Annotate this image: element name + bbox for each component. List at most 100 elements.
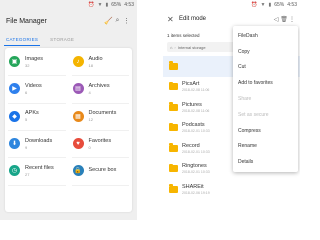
alarm-icon: ⏰ <box>251 1 258 8</box>
category-text: Archives 4 <box>89 83 110 95</box>
folder-meta: Ringtones 2018-02-01 10:33 <box>182 163 210 174</box>
folder-name: Podcasts <box>182 122 205 129</box>
folder-date: 2018-02-01 10:33 <box>182 170 210 175</box>
category-icon: ⬇ <box>9 138 20 150</box>
folder-icon <box>169 184 178 193</box>
clean-icon[interactable]: 🧹 <box>104 17 113 25</box>
menu-item-set-as-secure: Set as secure <box>238 111 269 118</box>
category-item[interactable]: ▦ Documents 12 <box>69 102 133 130</box>
category-item[interactable]: ▤ Archives 4 <box>69 75 133 102</box>
folder-name: SHAREit <box>182 183 204 190</box>
category-item[interactable]: ♥ Favorites 0 <box>69 130 133 157</box>
tab-categories[interactable]: CATEGORIES <box>0 32 44 46</box>
breadcrumb-separator-icon: › <box>174 44 176 50</box>
category-icon: ▶ <box>9 83 20 95</box>
status-time: 4:53 <box>287 2 297 8</box>
category-name: Documents <box>88 110 117 117</box>
category-item[interactable]: ◷ Recent files 27 <box>5 157 69 184</box>
folder-name: Pictures <box>182 101 202 108</box>
close-icon[interactable]: ✕ <box>167 15 176 24</box>
menu-item-details[interactable]: Details <box>233 154 298 170</box>
menu-item-cut[interactable]: Cut <box>233 60 298 76</box>
wifi-icon: ▼ <box>260 1 266 8</box>
category-item[interactable]: ▶ Videos 6 <box>5 75 69 102</box>
category-name: Favorites <box>88 137 112 144</box>
edit-mode-title: Edit mode <box>179 16 207 22</box>
category-name: Videos <box>25 82 42 89</box>
edit-mode-screen: ⏰ ▼ ▮ 65% 4:53 ✕ Edit mode ◁ 🗑 ⋮ 1 items… <box>163 0 300 220</box>
category-count: 4 <box>88 89 91 95</box>
folder-name: Ringtones <box>182 163 207 170</box>
status-bar: ⏰ ▼ ▮ 65% 4:53 <box>0 0 137 10</box>
category-text: Documents 12 <box>89 110 117 122</box>
category-count: 0 <box>88 144 91 150</box>
folder-icon <box>169 122 178 132</box>
category-text: Recent files 27 <box>25 165 54 177</box>
category-item <box>69 184 133 212</box>
context-menu: FileDash Copy Cut Add to favorites Share Set … <box>233 26 298 172</box>
category-item[interactable]: ♪ Audio 18 <box>69 48 133 75</box>
categories-grid: ▣ Images 32 ♪ Audio 18 ▶ Videos 6 ▤ Archives 4 ◆ APKs… <box>5 48 132 212</box>
menu-item-filedash[interactable]: FileDash <box>233 28 298 44</box>
breadcrumb-home-icon[interactable]: ⌂ <box>170 45 172 50</box>
app-bar: File Manager 🧹 ⌕ ⋮ <box>0 10 137 32</box>
category-name: Downloads <box>25 137 53 144</box>
signal-icon: ▮ <box>105 1 109 8</box>
category-item[interactable]: ▣ Images 32 <box>5 48 69 75</box>
folder-date: 2018-02-08 11:06 <box>182 88 210 93</box>
folder-meta: PicsArt 2018-02-08 11:06 <box>182 81 209 92</box>
category-name: Archives <box>88 82 110 89</box>
menu-item-add-to-favorites[interactable]: Add to favorites <box>233 75 298 91</box>
delete-icon[interactable]: 🗑 <box>280 16 288 23</box>
category-name: Images <box>25 55 44 62</box>
category-count: 12 <box>88 117 93 123</box>
category-item[interactable]: 🔒 Secure box <box>69 157 133 184</box>
wifi-icon: ▼ <box>97 1 103 8</box>
category-text: Images 32 <box>25 56 43 68</box>
category-name: Audio <box>88 55 103 62</box>
signal-icon: ▮ <box>268 1 272 8</box>
folder-row[interactable]: SHAREit 2018-02-06 19:19 <box>163 179 300 200</box>
battery-level: 65% <box>274 2 285 8</box>
category-name: Recent files <box>25 164 54 171</box>
battery-level: 65% <box>111 2 122 8</box>
category-text: Secure box <box>89 167 117 174</box>
category-icon: ▣ <box>9 56 20 68</box>
category-item <box>5 184 69 212</box>
category-count: 9 <box>25 144 28 150</box>
breadcrumb-internal-storage[interactable]: Internal storage <box>178 45 206 50</box>
share-icon[interactable]: ◁ <box>272 16 280 23</box>
folder-meta: Record 2018-02-01 10:33 <box>182 143 210 154</box>
category-text: Videos 6 <box>25 83 42 95</box>
category-text: Downloads 9 <box>25 138 52 150</box>
category-icon: ▤ <box>72 83 84 95</box>
folder-icon <box>169 143 178 152</box>
tab-bar: CATEGORIES STORAGE <box>0 32 137 46</box>
menu-item-share: Share <box>238 96 252 103</box>
tab-storage[interactable]: STORAGE <box>44 32 80 46</box>
alarm-icon: ⏰ <box>88 1 95 8</box>
category-icon: ◷ <box>9 165 20 177</box>
category-item[interactable]: ◆ APKs 5 <box>5 102 69 130</box>
folder-name: Record <box>182 142 200 149</box>
folder-icon <box>169 61 178 70</box>
more-options-icon[interactable]: ⋮ <box>122 17 131 25</box>
app-title: File Manager <box>6 17 47 25</box>
category-icon: 🔒 <box>72 165 84 177</box>
category-name: Secure box <box>88 167 117 174</box>
file-manager-screen: ⏰ ▼ ▮ 65% 4:53 File Manager 🧹 ⌕ ⋮ CATEGO… <box>0 0 137 220</box>
category-icon: ♥ <box>72 138 84 150</box>
category-count: 32 <box>25 62 30 68</box>
categories-card: ▣ Images 32 ♪ Audio 18 ▶ Videos 6 ▤ Archives 4 ◆ APKs… <box>5 48 132 212</box>
category-item[interactable]: ⬇ Downloads 9 <box>5 130 69 157</box>
category-count: 5 <box>25 117 28 123</box>
menu-item-compress[interactable]: Compress <box>233 123 298 139</box>
menu-item-copy[interactable]: Copy <box>233 44 298 60</box>
more-options-icon[interactable]: ⋮ <box>288 16 296 23</box>
folder-icon <box>169 102 178 111</box>
category-name: APKs <box>25 110 39 117</box>
search-icon[interactable]: ⌕ <box>113 17 122 25</box>
folder-meta: Podcasts 2018-02-01 10:33 <box>182 122 210 133</box>
menu-item-rename[interactable]: Rename <box>233 138 298 154</box>
category-text: APKs 5 <box>25 110 39 122</box>
